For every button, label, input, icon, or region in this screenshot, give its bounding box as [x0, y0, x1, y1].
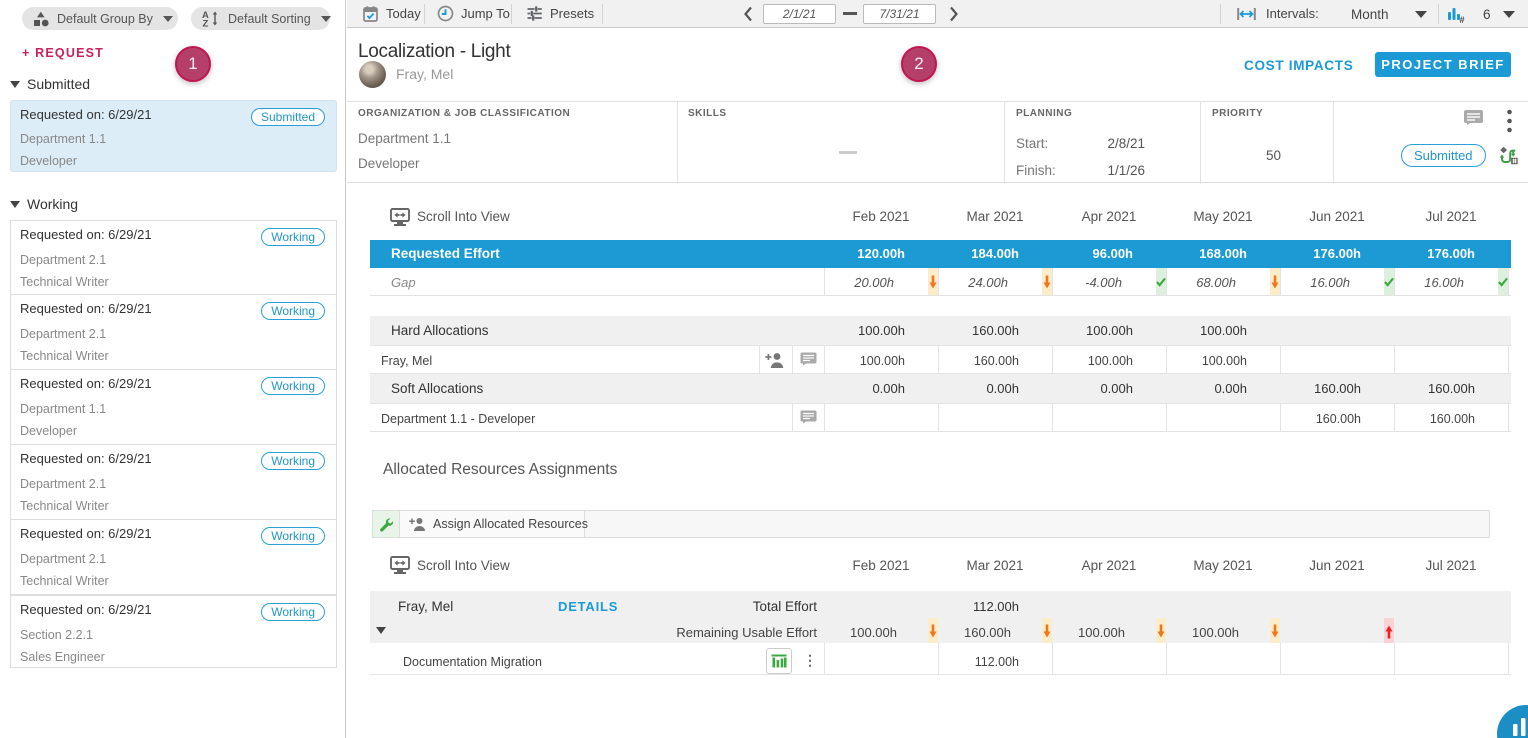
svg-text:#: # [1460, 15, 1465, 23]
svg-text:Z: Z [203, 19, 209, 28]
